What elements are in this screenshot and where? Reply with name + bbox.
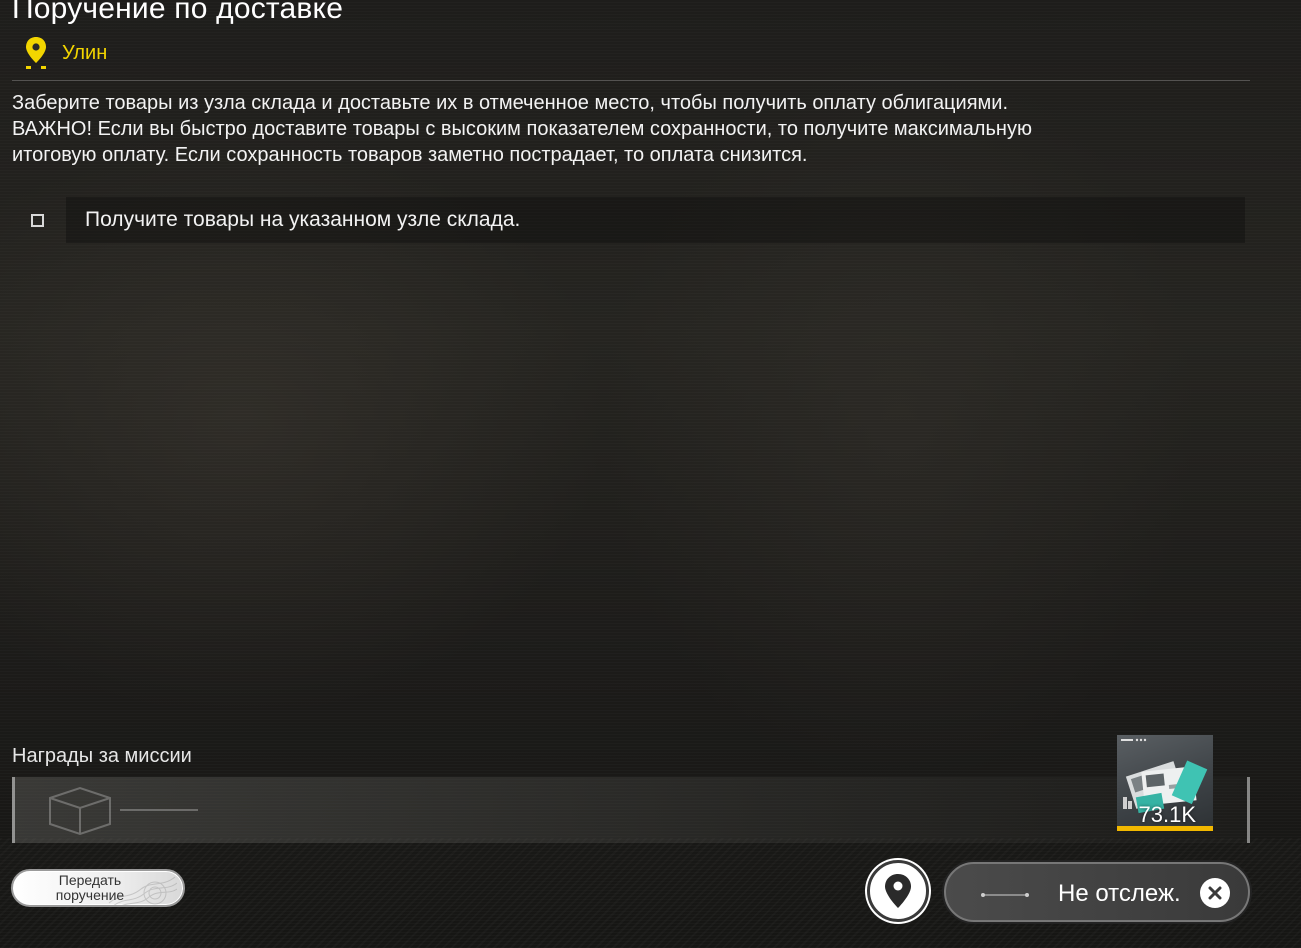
map-location-button[interactable] xyxy=(867,860,929,922)
location-pin-icon xyxy=(26,37,46,69)
rewards-strip xyxy=(12,777,1250,843)
handover-mission-button[interactable]: Передать поручение xyxy=(11,869,185,907)
location: Улин xyxy=(24,36,107,70)
close-icon[interactable] xyxy=(1200,878,1230,908)
mission-description: Заберите товары из узла склада и доставь… xyxy=(12,92,1032,166)
map-pin-icon xyxy=(885,874,911,908)
track-line-icon xyxy=(981,893,1029,897)
tracking-status-label: Не отслеж. xyxy=(1058,880,1181,907)
objective-item: Получите товары на указанном узле склада… xyxy=(66,197,1245,243)
cargo-box-icon xyxy=(49,786,198,836)
tracking-toggle-button[interactable]: Не отслеж. xyxy=(944,862,1250,922)
header-divider xyxy=(12,80,1250,81)
objective-checkbox-icon xyxy=(31,214,44,227)
reward-rarity-bar xyxy=(1117,826,1213,831)
rewards-title: Награды за миссии xyxy=(12,745,192,767)
reward-amount: 73.1K xyxy=(1138,802,1197,827)
handover-mission-label: Передать поручение xyxy=(55,872,125,903)
objective-text: Получите товары на указанном узле склада… xyxy=(85,208,521,231)
location-name: Улин xyxy=(62,41,108,64)
reward-item-bonds[interactable]: 73.1K xyxy=(1117,735,1213,831)
page-title: Поручение по доставке xyxy=(12,0,344,25)
